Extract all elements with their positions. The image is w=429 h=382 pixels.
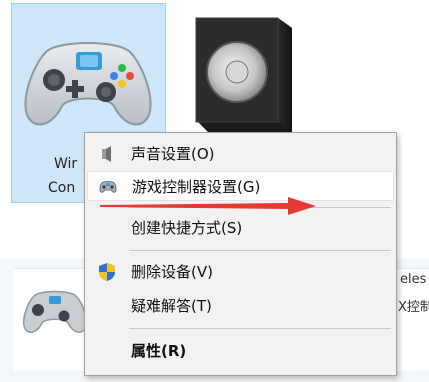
device-side-text-1: eles — [400, 272, 427, 287]
menu-label: 疑难解答(T) — [131, 297, 212, 315]
menu-item-sound-settings[interactable]: 声音设置(O) — [87, 139, 394, 169]
menu-separator — [129, 250, 391, 251]
menu-label: 声音设置(O) — [131, 145, 215, 163]
speaker-small-icon — [102, 146, 111, 162]
menu-item-remove-device[interactable]: 删除设备(V) — [87, 257, 394, 287]
device-side-text-2: X控制 — [398, 300, 429, 315]
device-label-line2: Con — [48, 180, 76, 196]
red-arrow-annotation — [100, 197, 316, 215]
device-label-line1: Wir — [54, 156, 78, 172]
menu-label: 属性(R) — [131, 342, 187, 360]
gamepad-icon — [24, 42, 152, 126]
menu-separator — [129, 328, 391, 329]
menu-item-troubleshoot[interactable]: 疑难解答(T) — [87, 291, 394, 321]
menu-label: 删除设备(V) — [131, 263, 213, 281]
gamepad-icon[interactable] — [20, 280, 90, 338]
shield-icon — [99, 263, 115, 281]
speaker-icon[interactable] — [188, 8, 300, 134]
menu-label: 创建快捷方式(S) — [131, 219, 243, 237]
menu-item-properties[interactable]: 属性(R) — [87, 336, 394, 366]
context-menu: 声音设置(O) 游戏控制器设置(G) 创建快捷方式(S) 删除设备(V) 疑难解… — [84, 132, 397, 376]
